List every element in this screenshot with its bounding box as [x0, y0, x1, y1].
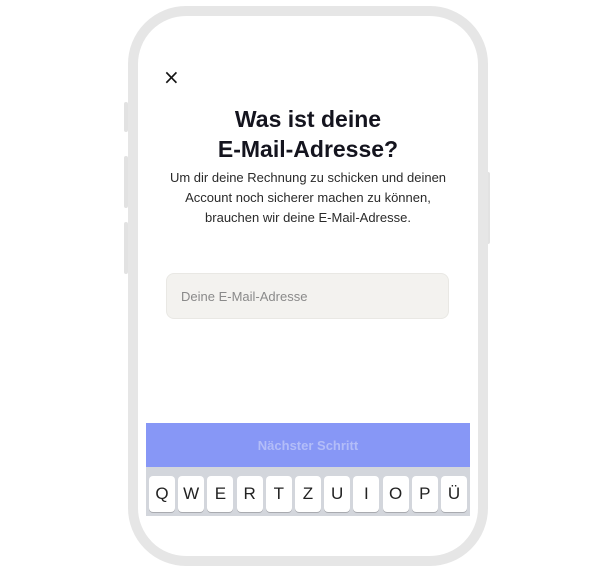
close-icon[interactable]: ×	[163, 67, 181, 87]
keyboard: QWERTZUIOPÜ	[146, 467, 470, 516]
keyboard-key[interactable]: E	[207, 476, 234, 512]
keyboard-key[interactable]: O	[382, 476, 409, 512]
keyboard-key[interactable]: Z	[295, 476, 321, 512]
next-step-button[interactable]: Nächster Schritt	[146, 423, 470, 467]
keyboard-key[interactable]: Q	[149, 476, 175, 512]
page-subtitle: Um dir deine Rechnung zu schicken und de…	[169, 170, 447, 225]
email-input[interactable]	[166, 273, 449, 319]
keyboard-key[interactable]: T	[265, 476, 292, 512]
keyboard-key[interactable]: U	[324, 476, 351, 512]
keyboard-key[interactable]: I	[353, 476, 380, 512]
page-title: Was ist deine E-Mail-Adresse?	[148, 104, 468, 164]
keyboard-key[interactable]: Ü	[441, 476, 467, 512]
keyboard-key[interactable]: W	[178, 476, 205, 512]
title-line-1: Was ist deine	[234, 106, 382, 132]
keyboard-key[interactable]: P	[411, 476, 438, 512]
title-line-2: E-Mail-Adresse?	[217, 136, 399, 162]
keyboard-key[interactable]: R	[236, 476, 263, 512]
